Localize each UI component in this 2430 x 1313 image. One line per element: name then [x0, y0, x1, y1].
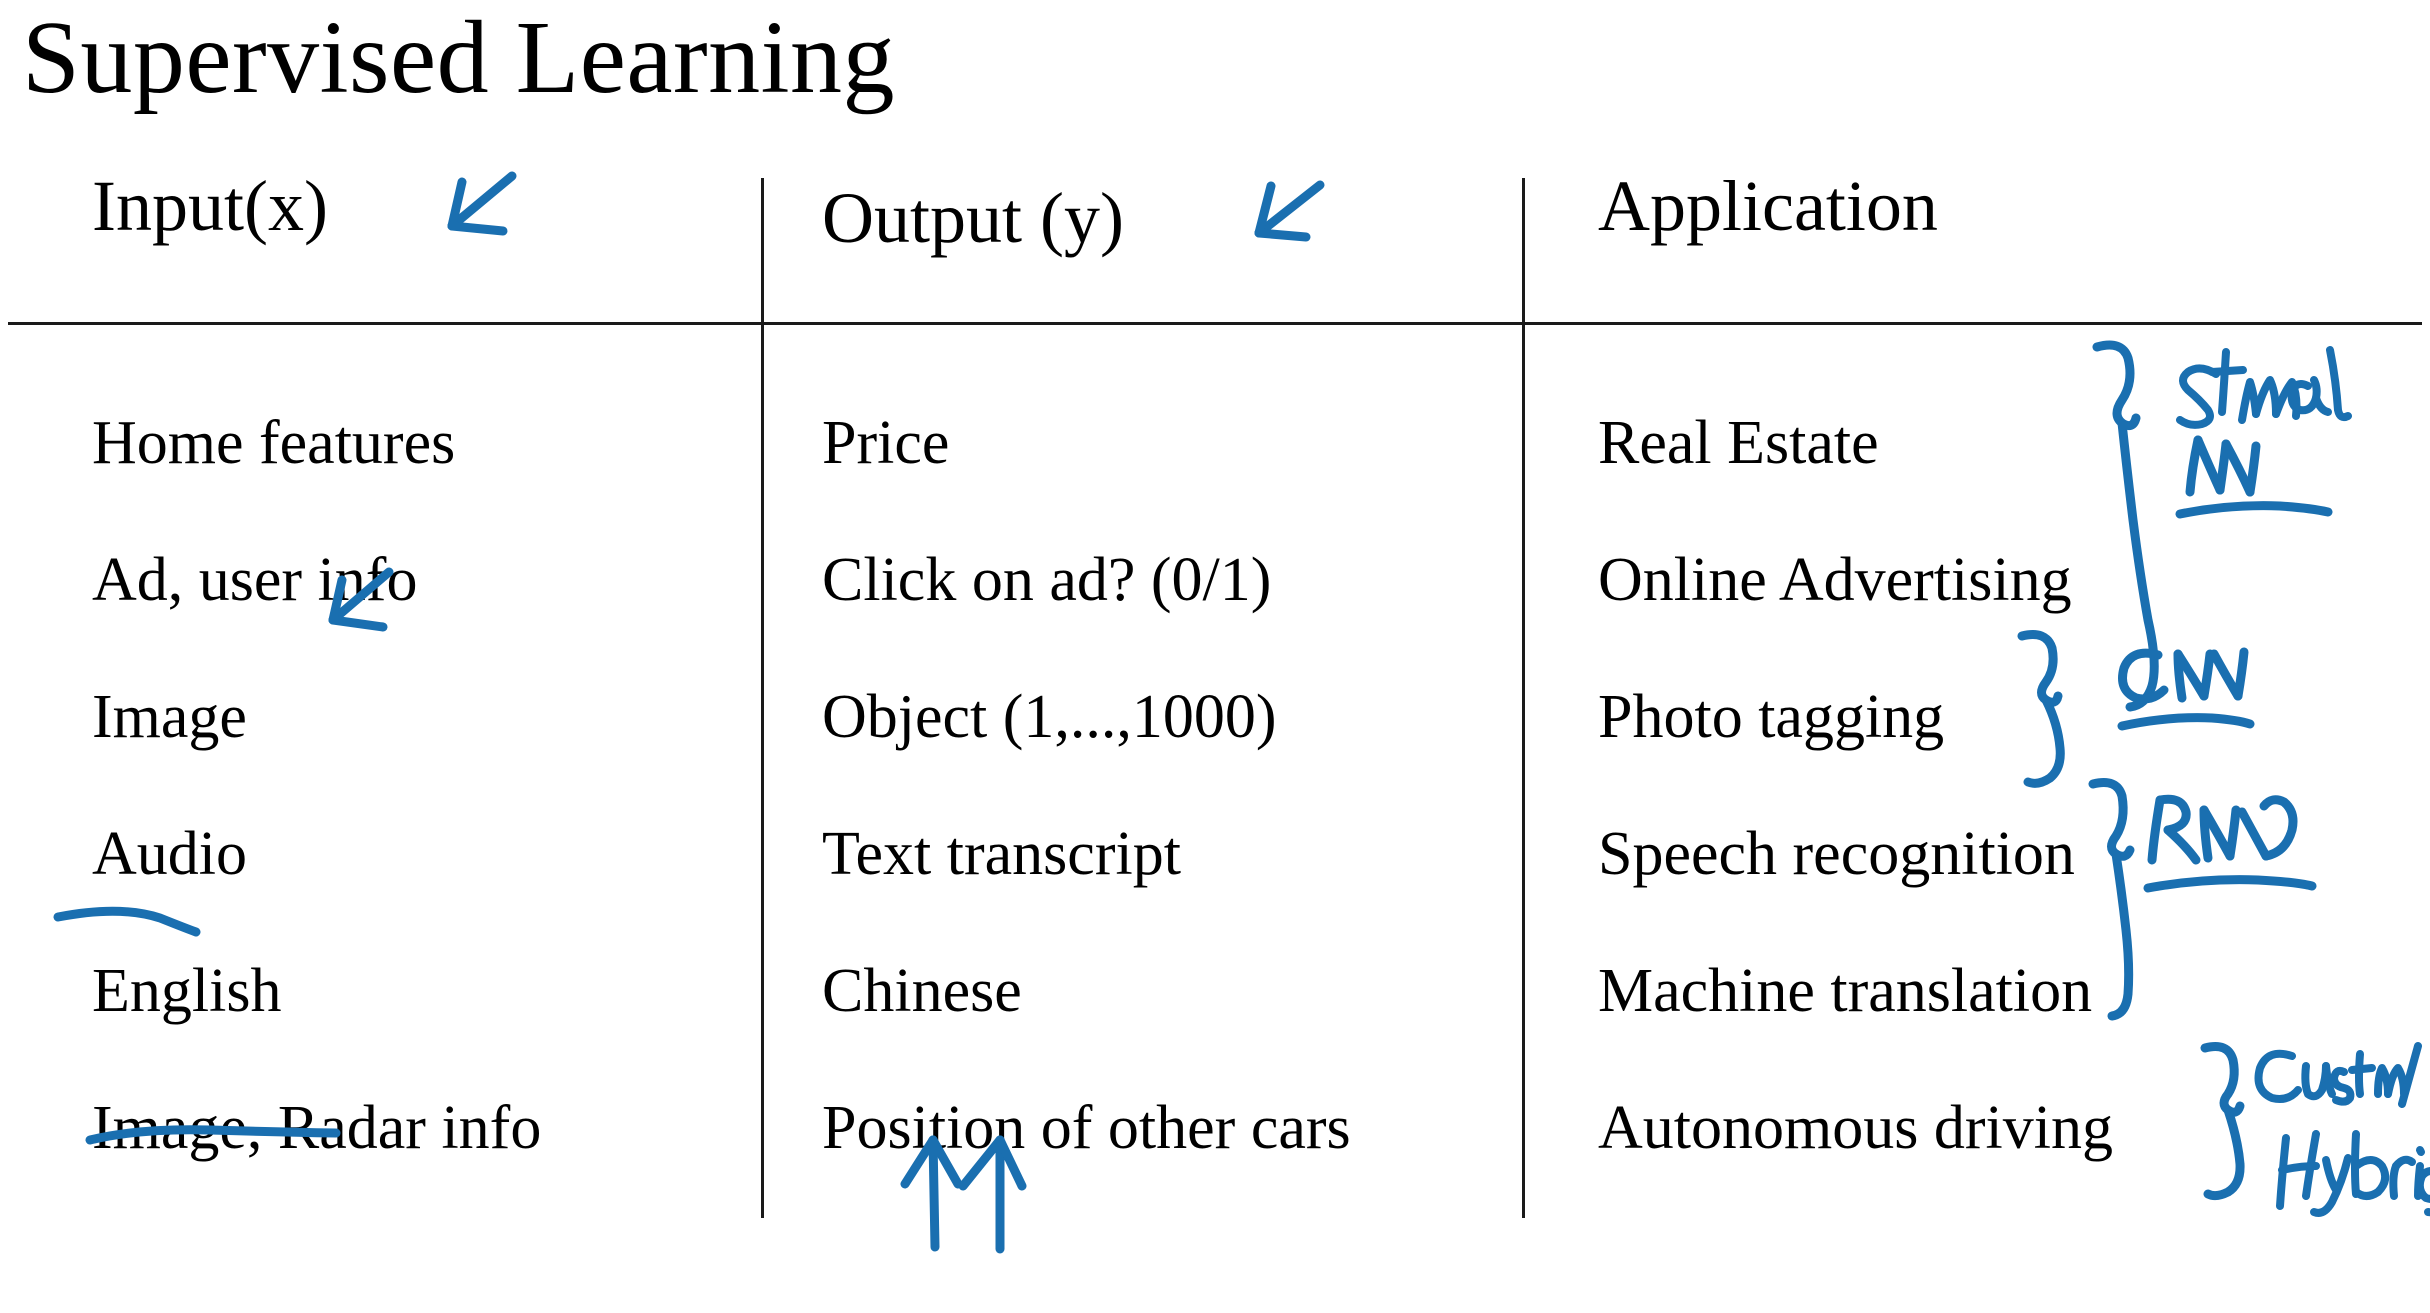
cell-output-1: Price: [822, 409, 950, 477]
arrow-icon-output-header: [1254, 180, 1325, 242]
cell-output-3: Object (1,...,1000): [822, 683, 1277, 751]
cell-application-5: Machine translation: [1598, 957, 2093, 1025]
cell-input-6: Image, Radar info: [92, 1094, 542, 1162]
column-divider-1: [761, 178, 764, 1218]
handwritten-label-custom: [2254, 1042, 2422, 1108]
brace-icon-custom-hybrid: [2200, 1042, 2245, 1201]
handwritten-label-standard: [2176, 346, 2352, 429]
column-header-input: Input(x): [92, 166, 328, 246]
cell-input-1: Home features: [92, 409, 456, 477]
handwritten-label-rnn: [2147, 794, 2298, 865]
cell-output-5: Chinese: [822, 957, 1022, 1025]
header-divider-horizontal: [8, 322, 2422, 325]
cell-input-5: English: [92, 957, 282, 1025]
brace-icon-rnn: [2088, 778, 2135, 1021]
cell-application-3: Photo tagging: [1598, 683, 1945, 751]
brace-icon-standard-nn: [2092, 340, 2159, 712]
underline-standard-nn: [2175, 501, 2333, 519]
cell-output-2: Click on ad? (0/1): [822, 546, 1272, 614]
cell-application-2: Online Advertising: [1598, 546, 2072, 614]
brace-icon-cnn: [2017, 630, 2065, 788]
cell-input-3: Image: [92, 683, 247, 751]
cell-input-2: Ad, user info: [92, 546, 418, 614]
arrow-icon-input-header: [447, 171, 517, 236]
cell-output-6: Position of other cars: [822, 1094, 1351, 1162]
column-header-output: Output (y): [822, 178, 1124, 258]
cell-application-4: Speech recognition: [1598, 820, 2075, 888]
column-header-application: Application: [1598, 166, 1938, 246]
underline-cnn: [2117, 713, 2255, 731]
page-title: Supervised Learning: [22, 0, 896, 115]
cell-application-6: Autonomous driving: [1598, 1094, 2113, 1162]
underline-rnn: [2143, 875, 2317, 893]
handwritten-label-cnn: [2118, 647, 2249, 704]
handwritten-label-hybrid: [2276, 1130, 2430, 1217]
cell-output-4: Text transcript: [822, 820, 1181, 888]
cell-application-1: Real Estate: [1598, 409, 1879, 477]
cell-input-4: Audio: [92, 820, 247, 888]
underline-audio: [53, 906, 201, 937]
column-divider-2: [1522, 178, 1525, 1218]
slide-canvas: Supervised Learning Input(x) Output (y) …: [0, 0, 2430, 1313]
handwritten-label-nn: [2185, 435, 2261, 497]
